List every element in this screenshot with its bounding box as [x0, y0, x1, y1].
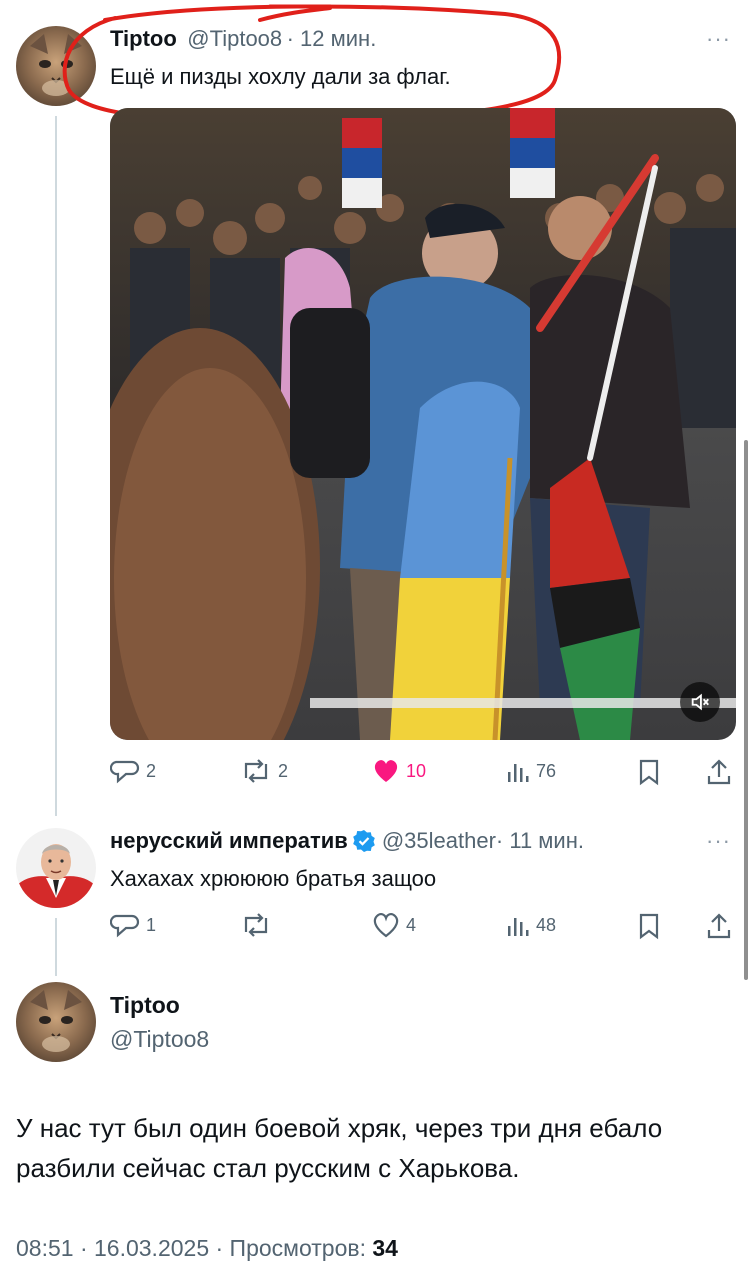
main-tweet-timestamp: 08:51 · 16.03.2025 · Просмотров: 34 [16, 1235, 398, 1262]
tweet1-reply-count: 2 [146, 760, 157, 781]
tweet1-views-count: 76 [536, 760, 557, 781]
share-icon [707, 913, 731, 939]
views-icon [508, 918, 529, 936]
main-tweet-text: У нас тут был один боевой хряк, через тр… [16, 1113, 663, 1183]
mute-button[interactable] [680, 682, 720, 722]
tweet1-views-button[interactable]: 76 [506, 758, 556, 784]
bookmark-icon [639, 759, 659, 786]
tweet1-bookmark-button[interactable] [638, 758, 660, 786]
main-tweet-author-handle[interactable]: @Tiptoo8 [110, 1026, 209, 1053]
tweet1-like-button[interactable]: 10 [372, 758, 426, 784]
tweet2-bookmark-button[interactable] [638, 912, 660, 940]
thread-connector-1 [55, 116, 57, 816]
tweet2-author-handle[interactable]: @35leather [382, 828, 496, 854]
reply-icon [110, 914, 140, 938]
main-tweet-author-name[interactable]: Tiptoo [110, 992, 180, 1019]
main-tweet-views-count: 34 [372, 1235, 398, 1261]
tweet2-views-button[interactable]: 48 [506, 912, 556, 938]
tweet2-author-name[interactable]: нерусский императив [110, 828, 348, 854]
scrollbar[interactable] [744, 440, 748, 980]
tweet2-reply-count: 1 [146, 914, 157, 935]
tweet2-header: нерусский императив @35leather · 11 мин. [110, 828, 584, 854]
tweet2-views-count: 48 [536, 914, 557, 935]
tweet2-like-button[interactable]: 4 [372, 912, 416, 938]
retweet-icon [244, 913, 268, 937]
bookmark-icon [639, 913, 659, 940]
verified-icon [353, 830, 375, 852]
tweet2-like-count: 4 [406, 914, 417, 935]
tweet1-share-button[interactable] [706, 758, 732, 786]
tweet1-retweet-count: 2 [278, 760, 289, 781]
mute-icon [691, 693, 709, 711]
retweet-icon [244, 759, 268, 783]
tweet2-avatar[interactable] [16, 828, 96, 908]
tweet2-retweet-button[interactable] [240, 912, 272, 938]
tweet1-like-count: 10 [406, 760, 427, 781]
tweet1-reply-button[interactable]: 2 [110, 758, 156, 784]
tweet1-media-video[interactable] [110, 108, 736, 740]
tweet2-more-button[interactable]: ··· [706, 828, 731, 854]
main-tweet-time-text[interactable]: 08:51 · 16.03.2025 · Просмотров: [16, 1235, 372, 1261]
thread-connector-2 [55, 918, 57, 976]
tweet2-reply-button[interactable]: 1 [110, 912, 156, 938]
like-icon [374, 760, 398, 782]
like-icon [373, 912, 399, 938]
tweet2-share-button[interactable] [706, 912, 732, 940]
reply-icon [110, 760, 140, 784]
views-icon [508, 764, 529, 782]
share-icon [707, 759, 731, 785]
tweet1-more-button[interactable]: ··· [706, 26, 731, 52]
tweet2-text: Хахахах хрюююю братья защоо [110, 866, 437, 891]
main-tweet-avatar[interactable] [16, 982, 96, 1062]
tweet2-time[interactable]: · 11 мин. [496, 828, 584, 854]
tweet1-retweet-button[interactable]: 2 [240, 758, 288, 784]
